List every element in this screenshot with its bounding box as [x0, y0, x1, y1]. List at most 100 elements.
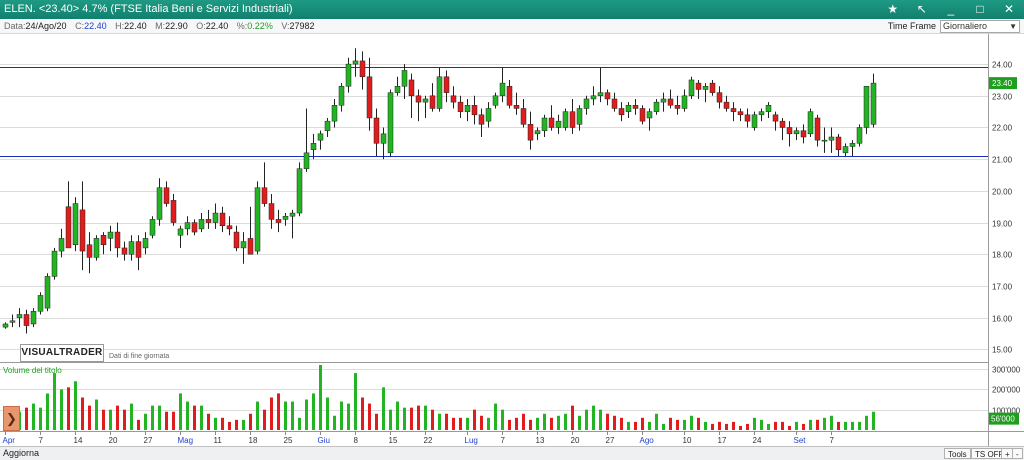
- volume-bar: [620, 417, 623, 430]
- price-tick-label: 24.00: [992, 61, 1013, 70]
- candle-body: [464, 105, 471, 112]
- candle-body: [380, 133, 387, 144]
- volume-bar: [305, 399, 308, 430]
- candle: [44, 273, 51, 312]
- chevron-down-icon: ▼: [1009, 22, 1017, 31]
- volume-bar: [585, 409, 588, 430]
- star-icon[interactable]: ★: [886, 0, 900, 19]
- volume-bar: [753, 417, 756, 430]
- volume-bar: [697, 417, 700, 430]
- volume-bar: [32, 403, 35, 430]
- volume-bar: [571, 405, 574, 430]
- volume-bar: [130, 403, 133, 430]
- volume-bar: [837, 421, 840, 430]
- volume-bar: [851, 421, 854, 430]
- candle: [37, 292, 44, 315]
- pointer-icon[interactable]: ↖: [915, 0, 929, 19]
- candle-body: [170, 200, 177, 223]
- candle-body: [30, 311, 37, 325]
- candle-body: [366, 76, 373, 119]
- volume-bar: [158, 405, 161, 430]
- volume-bar: [207, 413, 210, 430]
- candle-body: [142, 238, 149, 249]
- candle-body: [569, 111, 576, 128]
- minimize-icon[interactable]: _: [944, 0, 958, 19]
- candle-body: [128, 241, 135, 255]
- candle-body: [219, 212, 226, 226]
- candle-body: [65, 206, 72, 249]
- candle-body: [226, 225, 233, 230]
- volume-bar: [676, 419, 679, 430]
- volume-bar: [627, 421, 630, 430]
- timeframe-select[interactable]: Giornaliero ▼: [940, 20, 1020, 33]
- candle-body: [457, 101, 464, 112]
- candle-body: [149, 219, 156, 236]
- volume-bar: [270, 397, 273, 430]
- zoom-out-button[interactable]: -: [1012, 448, 1023, 459]
- candle-body: [625, 105, 632, 112]
- candle-body: [359, 60, 366, 78]
- candle-body: [611, 98, 618, 109]
- candle-body: [44, 276, 51, 309]
- volume-bar: [438, 413, 441, 430]
- volume-bar: [165, 411, 168, 430]
- candle-body: [520, 108, 527, 125]
- candle-body: [261, 187, 268, 204]
- volume-bar: [515, 417, 518, 430]
- price-tick-label: 15.00: [992, 346, 1013, 355]
- volume-bar: [74, 381, 77, 430]
- candle-body: [184, 222, 191, 230]
- time-tick-label: Set: [794, 436, 807, 445]
- restore-icon[interactable]: □: [973, 0, 987, 19]
- close-icon[interactable]: ✕: [1002, 0, 1016, 19]
- volume-bar: [578, 415, 581, 430]
- volume-bar: [186, 401, 189, 430]
- expand-panel-button[interactable]: ❯: [3, 406, 20, 431]
- chart-canvas[interactable]: 15.00 16.00 17.00 18.00 19.00 20.00 21.00 22.00…: [0, 34, 1024, 446]
- time-tick-label: 10: [683, 436, 692, 445]
- refresh-button[interactable]: Aggiorna: [3, 447, 39, 460]
- candle-body: [352, 60, 359, 65]
- volume-bar: [746, 423, 749, 430]
- tools-button[interactable]: Tools: [944, 448, 971, 459]
- candle-body: [814, 117, 821, 141]
- price-tick-label: 23.00: [992, 93, 1013, 102]
- volume-bar: [809, 419, 812, 430]
- time-tick-label: 7: [830, 436, 835, 445]
- candle-body: [254, 187, 261, 252]
- candle-body: [2, 323, 9, 328]
- volume-bar: [725, 423, 728, 430]
- candle-body: [870, 82, 877, 125]
- volume-bar: [284, 401, 287, 430]
- volume-bar: [760, 419, 763, 430]
- volume-bar: [823, 417, 826, 430]
- candle-body: [646, 111, 653, 119]
- volume-bar: [872, 411, 875, 430]
- candle: [72, 197, 79, 252]
- volume-bar: [865, 415, 868, 430]
- volume-bar: [109, 409, 112, 430]
- candle-body: [632, 105, 639, 109]
- volume-bar: [102, 409, 105, 430]
- candle-body: [268, 203, 275, 220]
- candle-body: [408, 79, 415, 97]
- candle: [807, 108, 814, 137]
- time-tick-label: 18: [249, 436, 258, 445]
- candle-body: [177, 228, 184, 236]
- volume-bar: [669, 417, 672, 430]
- candle-body: [394, 86, 401, 93]
- volume-bar: [550, 417, 553, 430]
- candle-body: [744, 114, 751, 122]
- volume-bar: [466, 417, 469, 430]
- high-value: 22.40: [124, 21, 147, 31]
- volume-bar: [137, 419, 140, 430]
- candle-body: [450, 95, 457, 103]
- volume-bar: [228, 421, 231, 430]
- time-tick-label: 7: [501, 436, 506, 445]
- candle: [149, 216, 156, 239]
- candle-body: [135, 241, 142, 258]
- candle-body: [212, 212, 219, 223]
- volume-bar: [795, 421, 798, 430]
- volume-bar: [501, 409, 504, 430]
- data-note: Dati di fine giornata: [109, 353, 170, 360]
